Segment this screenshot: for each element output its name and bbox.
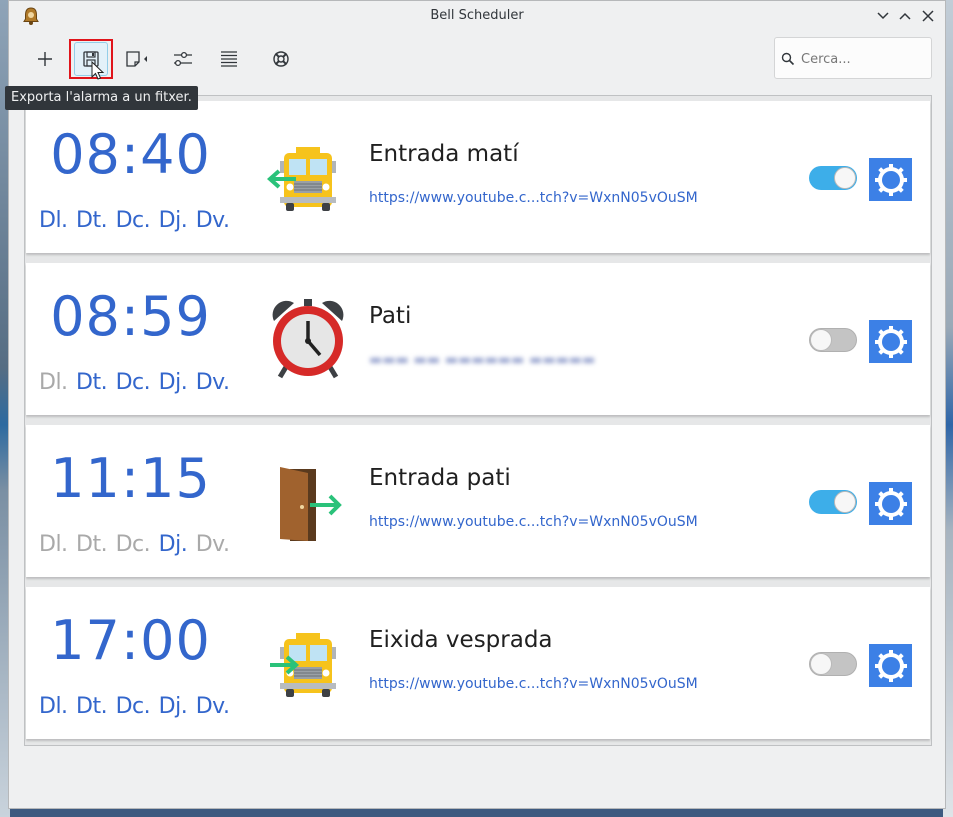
day-monday: Dl.	[39, 694, 68, 719]
day-tuesday: Dt.	[76, 370, 108, 395]
alarm-card[interactable]: 11:15 Dl. Dt. Dc. Dj. Dv. Entrada pati h…	[26, 425, 930, 577]
export-tooltip: Exporta l'alarma a un fitxer.	[5, 86, 198, 110]
gear-icon	[874, 487, 907, 520]
alarm-settings-button[interactable]	[869, 644, 912, 687]
alarm-sound[interactable]: https://www.youtube.c...tch?v=WxnN05vOuS…	[369, 514, 698, 530]
toggle-knob	[834, 491, 856, 513]
alarm-time: 08:40	[50, 123, 211, 186]
day-wednesday: Dc.	[115, 208, 151, 233]
bus-out-icon	[270, 633, 336, 697]
day-monday: Dl.	[39, 370, 68, 395]
day-monday: Dl.	[39, 208, 68, 233]
settings-sliders-icon	[174, 51, 192, 67]
list-icon	[221, 51, 237, 67]
day-thursday: Dj.	[158, 532, 188, 557]
toggle-knob	[810, 653, 832, 675]
alarm-name: Entrada matí	[369, 141, 519, 167]
alarm-sound-redacted[interactable]: ▬▬▬ ▬▬ ▬▬▬▬▬▬ ▬▬▬▬▬	[369, 352, 595, 368]
alarm-list[interactable]: 08:40 Dl. Dt. Dc. Dj. Dv. Entrada matí h…	[24, 95, 932, 746]
app-window: Bell Scheduler Cerca... Exporta l'alarma…	[5, 0, 946, 809]
alarm-enabled-toggle[interactable]	[809, 328, 857, 352]
alarm-time: 08:59	[50, 285, 211, 348]
alarm-name: Eixida vesprada	[369, 627, 553, 653]
close-icon[interactable]	[919, 7, 937, 25]
day-thursday: Dj.	[158, 370, 188, 395]
alarm-days: Dl. Dt. Dc. Dj. Dv.	[38, 370, 230, 395]
day-tuesday: Dt.	[76, 532, 108, 557]
alarm-days: Dl. Dt. Dc. Dj. Dv.	[38, 694, 230, 719]
alarm-clock-icon	[272, 299, 344, 379]
day-friday: Dv.	[195, 694, 230, 719]
day-tuesday: Dt.	[76, 208, 108, 233]
mouse-cursor-icon	[91, 61, 105, 80]
alarm-settings-button[interactable]	[869, 482, 912, 525]
gear-icon	[874, 649, 907, 682]
day-wednesday: Dc.	[115, 532, 151, 557]
day-wednesday: Dc.	[115, 370, 151, 395]
alarm-enabled-toggle[interactable]	[809, 166, 857, 190]
alarm-card[interactable]: 08:59 Dl. Dt. Dc. Dj. Dv. Pati ▬▬▬ ▬▬ ▬▬…	[26, 263, 930, 415]
day-tuesday: Dt.	[76, 694, 108, 719]
window-title: Bell Scheduler	[430, 8, 524, 23]
preferences-button[interactable]	[161, 39, 205, 79]
alarm-time: 17:00	[50, 609, 211, 672]
gear-icon	[874, 163, 907, 196]
day-friday: Dv.	[195, 532, 230, 557]
search-icon	[781, 52, 795, 66]
add-alarm-button[interactable]	[23, 39, 67, 79]
day-thursday: Dj.	[158, 694, 188, 719]
day-friday: Dv.	[195, 208, 230, 233]
alarm-name: Pati	[369, 303, 412, 329]
toggle-knob	[810, 329, 832, 351]
day-monday: Dl.	[39, 532, 68, 557]
help-button[interactable]	[259, 39, 303, 79]
gear-icon	[874, 325, 907, 358]
alarm-card[interactable]: 17:00 Dl. Dt. Dc. Dj. Dv. Eixida vesprad…	[26, 587, 930, 739]
day-friday: Dv.	[195, 370, 230, 395]
day-wednesday: Dc.	[115, 694, 151, 719]
search-input[interactable]	[799, 48, 928, 70]
bus-in-icon	[266, 147, 336, 211]
alarm-card[interactable]: 08:40 Dl. Dt. Dc. Dj. Dv. Entrada matí h…	[26, 101, 930, 253]
help-lifebuoy-icon	[273, 51, 289, 67]
minimize-chevron-icon[interactable]	[874, 7, 892, 25]
list-view-button[interactable]	[207, 39, 251, 79]
alarm-name: Entrada pati	[369, 465, 511, 491]
alarm-enabled-toggle[interactable]	[809, 490, 857, 514]
day-thursday: Dj.	[158, 208, 188, 233]
add-icon	[38, 52, 52, 66]
import-alarm-button[interactable]	[115, 39, 159, 79]
alarm-settings-button[interactable]	[869, 320, 912, 363]
toggle-knob	[834, 167, 856, 189]
alarm-enabled-toggle[interactable]	[809, 652, 857, 676]
alarm-time: 11:15	[50, 447, 211, 510]
maximize-chevron-icon[interactable]	[896, 7, 914, 25]
alarm-sound[interactable]: https://www.youtube.c...tch?v=WxnN05vOuS…	[369, 676, 698, 692]
title-bar[interactable]: Bell Scheduler	[9, 1, 945, 31]
alarm-sound[interactable]: https://www.youtube.c...tch?v=WxnN05vOuS…	[369, 190, 698, 206]
import-icon	[126, 51, 147, 67]
search-box[interactable]	[774, 37, 932, 79]
alarm-settings-button[interactable]	[869, 158, 912, 201]
door-in-icon	[280, 467, 342, 541]
toolbar	[9, 31, 945, 87]
alarm-days: Dl. Dt. Dc. Dj. Dv.	[38, 208, 230, 233]
alarm-days: Dl. Dt. Dc. Dj. Dv.	[38, 532, 230, 557]
